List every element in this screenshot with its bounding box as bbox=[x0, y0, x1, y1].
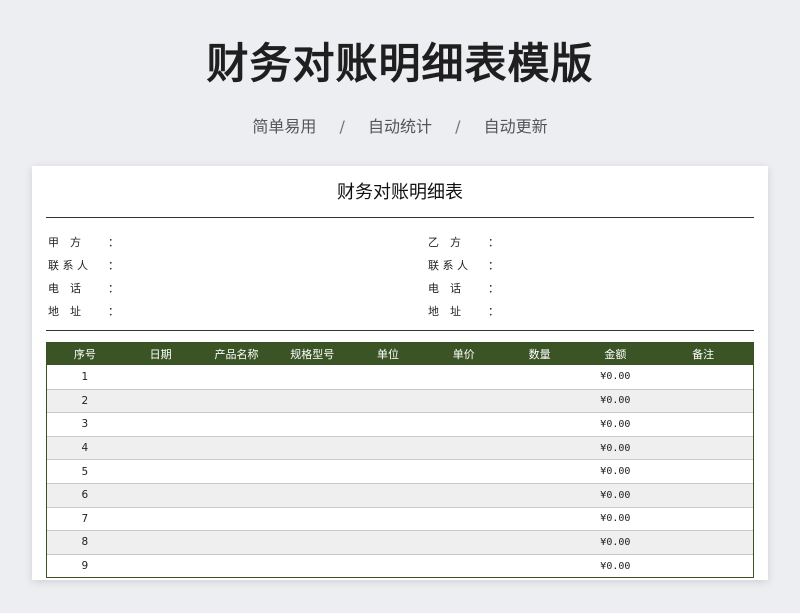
row-amount[interactable]: ¥0.00 bbox=[577, 513, 653, 524]
party-a-contact-field[interactable]: 联 系 人 ： bbox=[48, 257, 119, 273]
header-amount: 金额 bbox=[604, 348, 627, 361]
field-colon: ： bbox=[108, 236, 119, 249]
table-row[interactable]: 5 ¥0.00 bbox=[47, 459, 753, 483]
row-index[interactable]: 2 bbox=[47, 395, 123, 407]
row-index[interactable]: 3 bbox=[47, 418, 123, 430]
field-colon: ： bbox=[108, 305, 119, 318]
party-a-address-label: 地 址 bbox=[48, 305, 81, 318]
row-index[interactable]: 7 bbox=[47, 513, 123, 525]
header-unit-price: 单价 bbox=[452, 348, 475, 361]
party-a-name-field[interactable]: 甲 方 ： bbox=[48, 234, 119, 250]
table-row[interactable]: 9 ¥0.00 bbox=[47, 553, 753, 578]
row-amount[interactable]: ¥0.00 bbox=[577, 371, 653, 382]
field-colon: ： bbox=[488, 282, 499, 295]
row-index[interactable]: 5 bbox=[47, 466, 123, 478]
row-index[interactable]: 6 bbox=[47, 489, 123, 501]
party-a-label: 甲 方 bbox=[48, 236, 81, 249]
party-a-phone-field[interactable]: 电 话 ： bbox=[48, 280, 119, 296]
row-amount[interactable]: ¥0.00 bbox=[577, 395, 653, 406]
table-row[interactable]: 3 ¥0.00 bbox=[47, 412, 753, 436]
table-row[interactable]: 2 ¥0.00 bbox=[47, 388, 753, 413]
party-b-contact-label: 联 系 人 bbox=[428, 259, 468, 272]
table-row[interactable]: 1 ¥0.00 bbox=[47, 365, 753, 389]
row-amount[interactable]: ¥0.00 bbox=[577, 466, 653, 477]
party-b-phone-label: 电 话 bbox=[428, 282, 461, 295]
row-amount[interactable]: ¥0.00 bbox=[577, 419, 653, 430]
feature-tags: 简单易用 / 自动统计 / 自动更新 bbox=[0, 113, 800, 137]
party-b-name-field[interactable]: 乙 方 ： bbox=[428, 234, 499, 250]
reconciliation-table: 序号 日期 产品名称 规格型号 单位 单价 数量 金额 备注 1 ¥0.00 2 ¥0… bbox=[46, 342, 754, 579]
document-preview: 财务对账明细表 甲 方 ： 联 系 人 ： 电 话 ： 地 址 ： 乙 方 ： 联 系 人… bbox=[32, 166, 768, 580]
header-unit: 单位 bbox=[377, 348, 400, 361]
field-colon: ： bbox=[108, 282, 119, 295]
table-header: 序号 日期 产品名称 规格型号 单位 单价 数量 金额 备注 bbox=[47, 343, 753, 365]
party-a-contact-label: 联 系 人 bbox=[48, 259, 88, 272]
header-remarks: 备注 bbox=[692, 348, 715, 361]
party-b-contact-field[interactable]: 联 系 人 ： bbox=[428, 257, 499, 273]
field-colon: ： bbox=[488, 305, 499, 318]
table-row[interactable]: 7 ¥0.00 bbox=[47, 506, 753, 531]
tag-auto-update: 自动更新 bbox=[483, 117, 548, 136]
party-a-phone-label: 电 话 bbox=[48, 282, 81, 295]
header-date: 日期 bbox=[149, 348, 172, 361]
field-colon: ： bbox=[488, 236, 499, 249]
table-row[interactable]: 6 ¥0.00 bbox=[47, 482, 753, 507]
header-spec: 规格型号 bbox=[290, 348, 335, 361]
party-a-address-field[interactable]: 地 址 ： bbox=[48, 303, 119, 319]
tag-easy: 简单易用 bbox=[252, 117, 317, 136]
party-b-label: 乙 方 bbox=[428, 236, 461, 249]
row-index[interactable]: 4 bbox=[47, 442, 123, 454]
info-divider bbox=[46, 330, 754, 331]
party-b-address-field[interactable]: 地 址 ： bbox=[428, 303, 499, 319]
field-colon: ： bbox=[488, 259, 499, 272]
row-amount[interactable]: ¥0.00 bbox=[577, 537, 653, 548]
row-amount[interactable]: ¥0.00 bbox=[577, 490, 653, 501]
row-index[interactable]: 9 bbox=[47, 560, 123, 572]
title-divider bbox=[46, 217, 754, 218]
page-title: 财务对账明细表模版 bbox=[206, 39, 594, 88]
tag-separator: / bbox=[339, 117, 345, 136]
row-index[interactable]: 1 bbox=[47, 371, 123, 383]
header-product-name: 产品名称 bbox=[214, 348, 259, 361]
document-title: 财务对账明细表 bbox=[337, 182, 463, 203]
row-index[interactable]: 8 bbox=[47, 536, 123, 548]
tag-separator: / bbox=[455, 117, 461, 136]
party-b-phone-field[interactable]: 电 话 ： bbox=[428, 280, 499, 296]
field-colon: ： bbox=[108, 259, 119, 272]
tag-auto-stat: 自动统计 bbox=[367, 117, 432, 136]
table-row[interactable]: 8 ¥0.00 bbox=[47, 530, 753, 554]
table-body: 1 ¥0.00 2 ¥0.00 3 ¥0.00 4 ¥0.00 5 ¥0.00 6 ¥0.00 7 ¥0.… bbox=[47, 365, 753, 577]
header-index: 序号 bbox=[73, 348, 96, 361]
header-quantity: 数量 bbox=[528, 348, 551, 361]
party-b-address-label: 地 址 bbox=[428, 305, 461, 318]
row-amount[interactable]: ¥0.00 bbox=[577, 443, 653, 454]
row-amount[interactable]: ¥0.00 bbox=[577, 561, 653, 572]
table-row[interactable]: 4 ¥0.00 bbox=[47, 435, 753, 460]
